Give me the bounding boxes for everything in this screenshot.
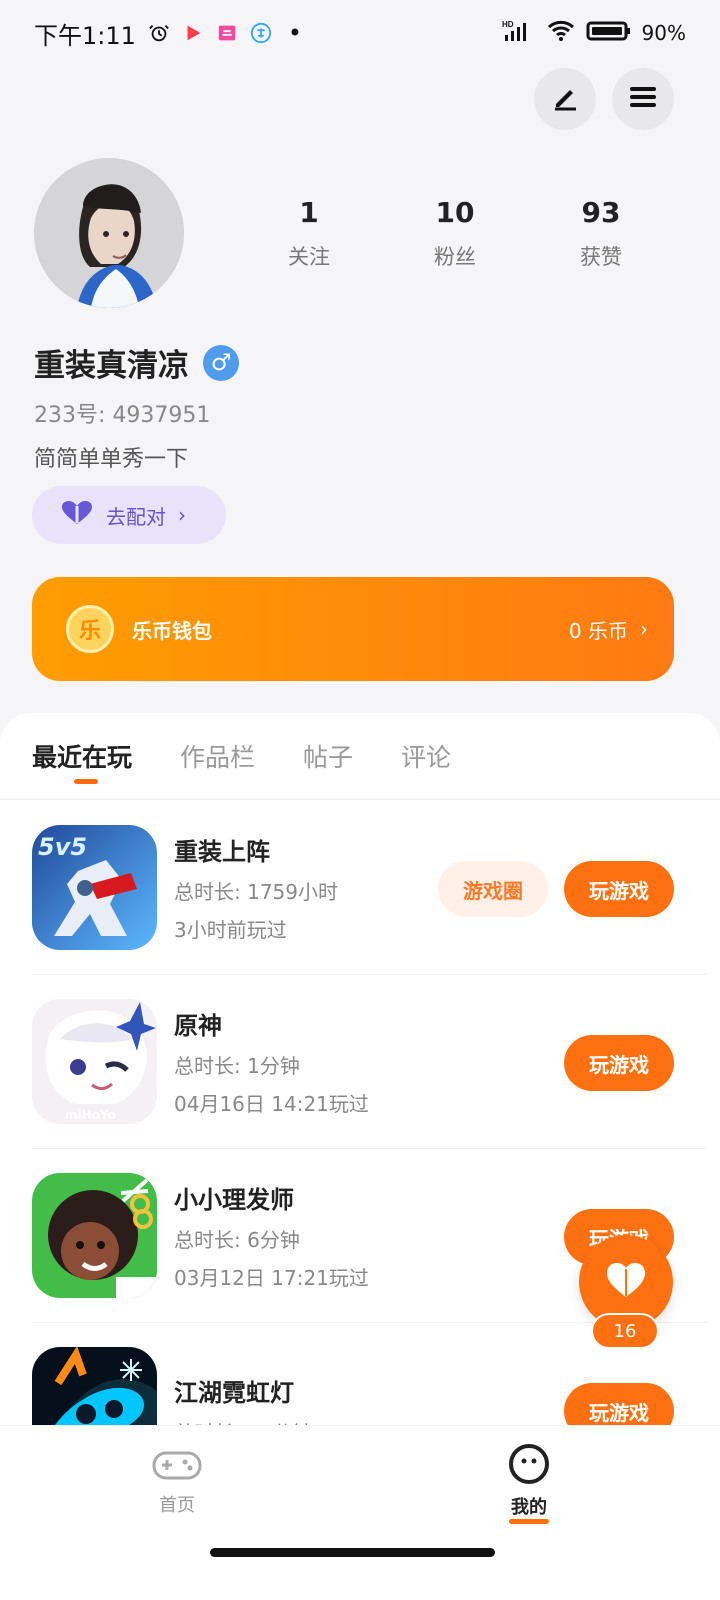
- avatar-illustration: [34, 158, 184, 308]
- battery-icon: [586, 19, 632, 48]
- likes-count: 93: [581, 196, 621, 229]
- game-duration: 总时长: 1759小时: [174, 880, 338, 904]
- profile-bio: 简简单单秀一下: [34, 447, 189, 472]
- tab-comments[interactable]: 评论: [401, 738, 451, 774]
- status-time: 下午1:11: [34, 21, 136, 50]
- svg-text:HD: HD: [502, 20, 514, 29]
- game-title: 原神: [174, 1012, 222, 1040]
- edit-pencil-icon: [548, 80, 582, 118]
- profile-stats: 1 关注 10 粉丝 93 获赞: [236, 196, 676, 271]
- battery-level: 90%: [641, 21, 686, 45]
- match-button[interactable]: 去配对 ›: [32, 486, 226, 544]
- game-actions: 玩游戏: [564, 1035, 674, 1091]
- nav-profile[interactable]: 我的: [479, 1444, 579, 1524]
- hd-signal-icon: HD: [502, 19, 536, 48]
- heart-icon: [604, 1261, 648, 1303]
- hairdresser-character-icon: [48, 1178, 156, 1298]
- game-icon-label: miHoYo: [65, 1108, 116, 1122]
- purple-heart-icon: [60, 500, 94, 531]
- status-bar: 下午1:11 • HD 90%: [0, 0, 720, 66]
- nav-profile-label: 我的: [511, 1497, 547, 1518]
- game-title: 重装上阵: [174, 838, 270, 866]
- game-actions: 玩游戏: [564, 1383, 674, 1425]
- game-title: 小小理发师: [174, 1186, 294, 1214]
- wallet-balance-text: 0 乐币: [568, 618, 628, 643]
- user-avatar[interactable]: [34, 158, 184, 308]
- game-icon-heavy-armor: 5v5: [32, 825, 157, 950]
- coin-icon: 乐: [66, 605, 114, 653]
- menu-button[interactable]: [612, 68, 674, 130]
- profile-name: 重装真清凉: [34, 348, 189, 384]
- game-duration: 总时长: 41分钟: [174, 1417, 313, 1425]
- profile-toolbar: [534, 68, 674, 130]
- dot-icon: •: [287, 19, 302, 47]
- play-game-button[interactable]: 玩游戏: [564, 1383, 674, 1425]
- status-left: 下午1:11 •: [34, 16, 306, 51]
- status-right: HD 90%: [502, 19, 686, 48]
- wallet-balance: 0 乐币 ›: [569, 615, 648, 644]
- game-last-played: 04月16日 14:21玩过: [174, 1092, 369, 1116]
- game-duration: 总时长: 1分钟: [174, 1054, 300, 1078]
- nav-home-label: 首页: [159, 1495, 195, 1516]
- male-gender-icon: ♂: [203, 344, 239, 381]
- translation-icon: [250, 22, 272, 44]
- profile-tabs: 最近在玩 作品栏 帖子 评论: [0, 713, 720, 800]
- game-info: 小小理发师 总时长: 6分钟 03月12日 17:21玩过: [174, 1180, 369, 1291]
- like-count-badge: 16: [591, 1313, 659, 1349]
- video-play-icon: [182, 22, 204, 44]
- game-last-played: 3小时前玩过: [174, 918, 287, 942]
- wallet-card[interactable]: 乐 乐币钱包 0 乐币 ›: [32, 577, 674, 681]
- nav-profile-label-wrap: 我的: [509, 1493, 549, 1524]
- likes-label: 获赞: [580, 245, 622, 269]
- smile-face-icon: [479, 1444, 579, 1493]
- game-info: 原神 总时长: 1分钟 04月16日 14:21玩过: [174, 1006, 369, 1117]
- wallet-chevron-right-icon: ›: [640, 617, 648, 641]
- play-game-button[interactable]: 玩游戏: [564, 861, 674, 917]
- game-row[interactable]: miHoYo 原神 总时长: 1分钟 04月16日 14:21玩过 玩游戏: [32, 975, 706, 1149]
- edit-profile-button[interactable]: [534, 68, 596, 130]
- game-title: 江湖霓虹灯: [174, 1379, 294, 1407]
- game-actions: 游戏圈 玩游戏: [438, 861, 674, 917]
- following-label: 关注: [288, 245, 330, 269]
- alarm-clock-icon: [148, 22, 170, 44]
- game-icon-hairdresser: [32, 1173, 157, 1298]
- play-game-button[interactable]: 玩游戏: [564, 1035, 674, 1091]
- match-label: 去配对: [106, 504, 166, 529]
- gamepad-icon: [127, 1444, 227, 1491]
- wallet-label: 乐币钱包: [132, 618, 212, 643]
- followers-label: 粉丝: [434, 245, 476, 269]
- menu-icon: [626, 80, 660, 118]
- profile-id: 233号: 4937951: [34, 403, 211, 428]
- tab-recently-played[interactable]: 最近在玩: [32, 738, 132, 784]
- game-duration: 总时长: 6分钟: [174, 1228, 300, 1252]
- pink-app-icon: [216, 22, 238, 44]
- active-underline: [509, 1519, 549, 1524]
- followers-count: 10: [435, 196, 475, 229]
- game-info: 江湖霓虹灯 总时长: 41分钟: [174, 1373, 313, 1425]
- game-last-played: 03月12日 17:21玩过: [174, 1266, 369, 1290]
- mech-icon: [54, 859, 137, 936]
- following-count: 1: [299, 196, 319, 229]
- game-icon-label: 5v5: [38, 833, 88, 861]
- likes-stat[interactable]: 93 获赞: [528, 196, 674, 271]
- tab-posts[interactable]: 帖子: [303, 738, 353, 774]
- followers-stat[interactable]: 10 粉丝: [382, 196, 528, 271]
- following-stat[interactable]: 1 关注: [236, 196, 382, 271]
- wifi-icon: [546, 19, 576, 48]
- game-icon-neon-lamp: [32, 1347, 157, 1425]
- neon-creature-icon: [54, 1347, 157, 1425]
- profile-name-row: 重装真清凉 ♂: [34, 340, 239, 385]
- home-indicator: [210, 1548, 495, 1557]
- game-icon-genshin: miHoYo: [32, 999, 157, 1124]
- bottom-navigation: 首页 我的: [0, 1426, 720, 1600]
- chevron-right-icon: ›: [178, 503, 186, 527]
- nav-home[interactable]: 首页: [127, 1444, 227, 1517]
- game-row[interactable]: 5v5 重装上阵 总时长: 1759小时 3小时前玩过 游戏圈 玩游戏: [32, 801, 706, 975]
- game-circle-button[interactable]: 游戏圈: [438, 861, 548, 917]
- anime-character-icon: [45, 1002, 156, 1104]
- game-info: 重装上阵 总时长: 1759小时 3小时前玩过: [174, 832, 338, 943]
- tab-works[interactable]: 作品栏: [180, 738, 255, 774]
